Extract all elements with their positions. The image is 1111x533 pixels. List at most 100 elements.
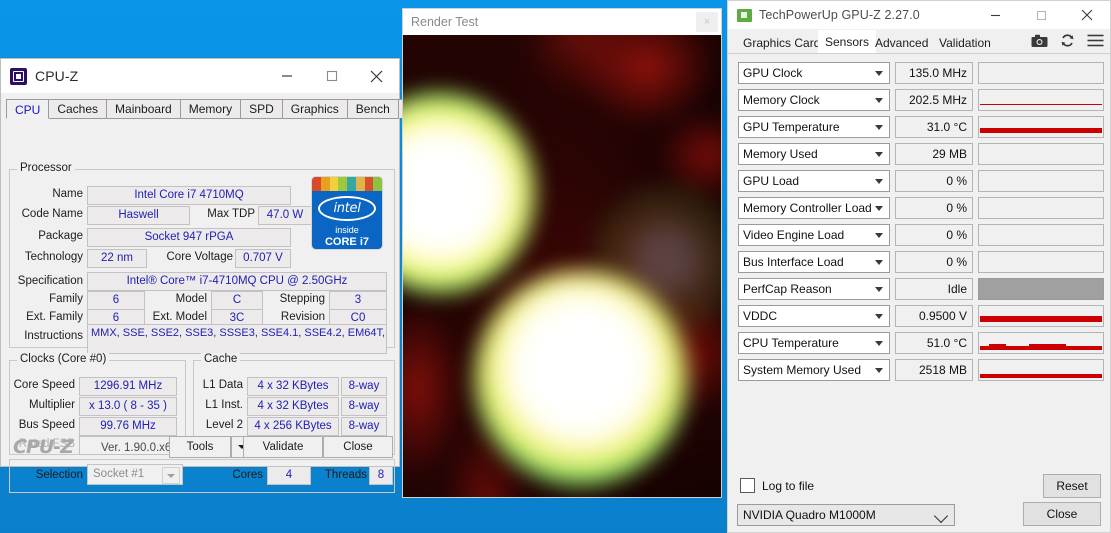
sensor-row[interactable]: GPU Temperature 31.0 °C <box>738 116 1104 138</box>
tools-button[interactable]: Tools <box>169 436 231 458</box>
chevron-down-icon[interactable] <box>875 314 883 319</box>
instructions-label: Instructions <box>24 330 83 342</box>
chevron-down-icon[interactable] <box>875 233 883 238</box>
cpu-chip-icon <box>10 67 27 85</box>
tab-cpu[interactable]: CPU <box>6 99 50 119</box>
validate-button[interactable]: Validate <box>243 436 323 458</box>
technology-label: Technology <box>24 251 83 263</box>
chevron-down-icon[interactable] <box>875 71 883 76</box>
intel-core-text: CORE i7 <box>324 236 369 248</box>
sensor-row[interactable]: GPU Load 0 % <box>738 170 1104 192</box>
gpuz-window[interactable]: TechPowerUp GPU-Z 2.27.0 Graphics Card S… <box>727 0 1111 533</box>
sensor-name-select[interactable]: System Memory Used <box>738 359 890 381</box>
model-value: C <box>211 291 263 310</box>
chevron-down-icon[interactable] <box>875 179 883 184</box>
sensor-name-select[interactable]: GPU Temperature <box>738 116 890 138</box>
sensor-row[interactable]: Memory Used 29 MB <box>738 143 1104 165</box>
sensor-name-select[interactable]: Memory Controller Load <box>738 197 890 219</box>
sensor-name-select[interactable]: Memory Used <box>738 143 890 165</box>
clocks-group-label: Clocks (Core #0) <box>17 353 110 365</box>
tab-memory[interactable]: Memory <box>179 99 242 118</box>
sensor-name: System Memory Used <box>743 363 862 377</box>
gpuz-title: TechPowerUp GPU-Z 2.27.0 <box>759 8 920 22</box>
sensor-graph <box>978 224 1104 246</box>
sensor-row[interactable]: CPU Temperature 51.0 °C <box>738 332 1104 354</box>
sensor-name-select[interactable]: Bus Interface Load <box>738 251 890 273</box>
tab-bench[interactable]: Bench <box>346 99 399 118</box>
sensor-value: Idle <box>895 278 973 300</box>
tab-caches[interactable]: Caches <box>48 99 108 118</box>
sensor-name-select[interactable]: GPU Load <box>738 170 890 192</box>
cpuz-window[interactable]: CPU-Z CPU Caches Mainboard Memory SPD Gr… <box>0 58 448 493</box>
sensor-row[interactable]: GPU Clock 135.0 MHz <box>738 62 1104 84</box>
cache-row-1-size: 4 x 32 KBytes <box>247 397 339 416</box>
sensor-row[interactable]: Bus Interface Load 0 % <box>738 251 1104 273</box>
sensor-row[interactable]: Video Engine Load 0 % <box>738 224 1104 246</box>
gpuz-window-controls <box>972 1 1110 29</box>
chevron-down-icon[interactable] <box>875 368 883 373</box>
gpu-select[interactable]: NVIDIA Quadro M1000M <box>737 504 955 526</box>
tab-graphics-card[interactable]: Graphics Card <box>736 33 827 53</box>
log-to-file-checkbox[interactable]: Log to file <box>740 478 814 493</box>
hamburger-menu-icon[interactable] <box>1087 34 1104 47</box>
minimize-icon[interactable] <box>972 1 1018 29</box>
chevron-down-icon[interactable] <box>875 125 883 130</box>
sensor-row[interactable]: PerfCap Reason Idle <box>738 278 1104 300</box>
close-icon[interactable] <box>1064 1 1110 29</box>
gpuz-close-button[interactable]: Close <box>1023 502 1101 526</box>
checkbox-box[interactable] <box>740 478 755 493</box>
socket-select[interactable]: Socket #1 <box>87 464 183 485</box>
minimize-icon[interactable] <box>264 59 309 93</box>
chevron-down-icon[interactable] <box>162 467 180 484</box>
chevron-down-icon[interactable] <box>875 206 883 211</box>
tab-spd[interactable]: SPD <box>240 99 283 118</box>
chevron-down-icon[interactable] <box>933 508 949 524</box>
cpuz-close-button[interactable]: Close <box>323 436 393 458</box>
sensor-name: GPU Temperature <box>743 120 840 134</box>
corespeed-label: Core Speed <box>13 379 75 391</box>
close-icon[interactable] <box>354 59 399 93</box>
chevron-down-icon[interactable] <box>875 287 883 292</box>
tab-advanced[interactable]: Advanced <box>868 33 935 53</box>
render-test-title: Render Test <box>411 15 479 29</box>
sensor-row[interactable]: System Memory Used 2518 MB <box>738 359 1104 381</box>
maximize-icon[interactable] <box>1018 1 1064 29</box>
sensor-name-select[interactable]: GPU Clock <box>738 62 890 84</box>
cpuz-titlebar[interactable]: CPU-Z <box>1 59 399 93</box>
sensor-name-select[interactable]: PerfCap Reason <box>738 278 890 300</box>
gpuz-tabstrip[interactable]: Graphics Card Sensors Advanced Validatio… <box>728 29 1110 53</box>
render-test-titlebar[interactable]: Render Test × <box>403 9 721 35</box>
reset-button[interactable]: Reset <box>1043 474 1101 498</box>
maxtdp-label: Max TDP <box>207 208 255 220</box>
codename-label: Code Name <box>21 208 83 220</box>
sensor-name: PerfCap Reason <box>743 282 832 296</box>
sensor-name: CPU Temperature <box>743 336 839 350</box>
gpuz-titlebar[interactable]: TechPowerUp GPU-Z 2.27.0 <box>728 1 1110 29</box>
sensor-name-select[interactable]: CPU Temperature <box>738 332 890 354</box>
chevron-down-icon[interactable] <box>875 98 883 103</box>
sensor-name-select[interactable]: VDDC <box>738 305 890 327</box>
cpuz-tabstrip[interactable]: CPU Caches Mainboard Memory SPD Graphics… <box>6 98 448 119</box>
tab-validation[interactable]: Validation <box>932 33 998 53</box>
chevron-down-icon[interactable] <box>875 341 883 346</box>
cpuz-logo: CPU-Z <box>13 436 74 458</box>
chevron-down-icon[interactable] <box>875 260 883 265</box>
sensor-value: 31.0 °C <box>895 116 973 138</box>
render-test-window[interactable]: Render Test × <box>402 8 722 498</box>
tab-mainboard[interactable]: Mainboard <box>106 99 181 118</box>
tab-graphics[interactable]: Graphics <box>281 99 348 118</box>
sensor-name-select[interactable]: Memory Clock <box>738 89 890 111</box>
render-test-close-icon[interactable]: × <box>696 12 718 32</box>
refresh-icon[interactable] <box>1060 33 1075 48</box>
chevron-down-icon[interactable] <box>875 152 883 157</box>
sensor-row[interactable]: Memory Clock 202.5 MHz <box>738 89 1104 111</box>
sensor-graph <box>978 359 1104 381</box>
maximize-icon[interactable] <box>309 59 354 93</box>
sensor-value: 135.0 MHz <box>895 62 973 84</box>
intel-wordmark: intel <box>318 196 376 221</box>
sensor-row[interactable]: Memory Controller Load 0 % <box>738 197 1104 219</box>
sensor-row[interactable]: VDDC 0.9500 V <box>738 305 1104 327</box>
sensor-name-select[interactable]: Video Engine Load <box>738 224 890 246</box>
camera-icon[interactable] <box>1031 34 1048 48</box>
stepping-value: 3 <box>329 291 387 310</box>
